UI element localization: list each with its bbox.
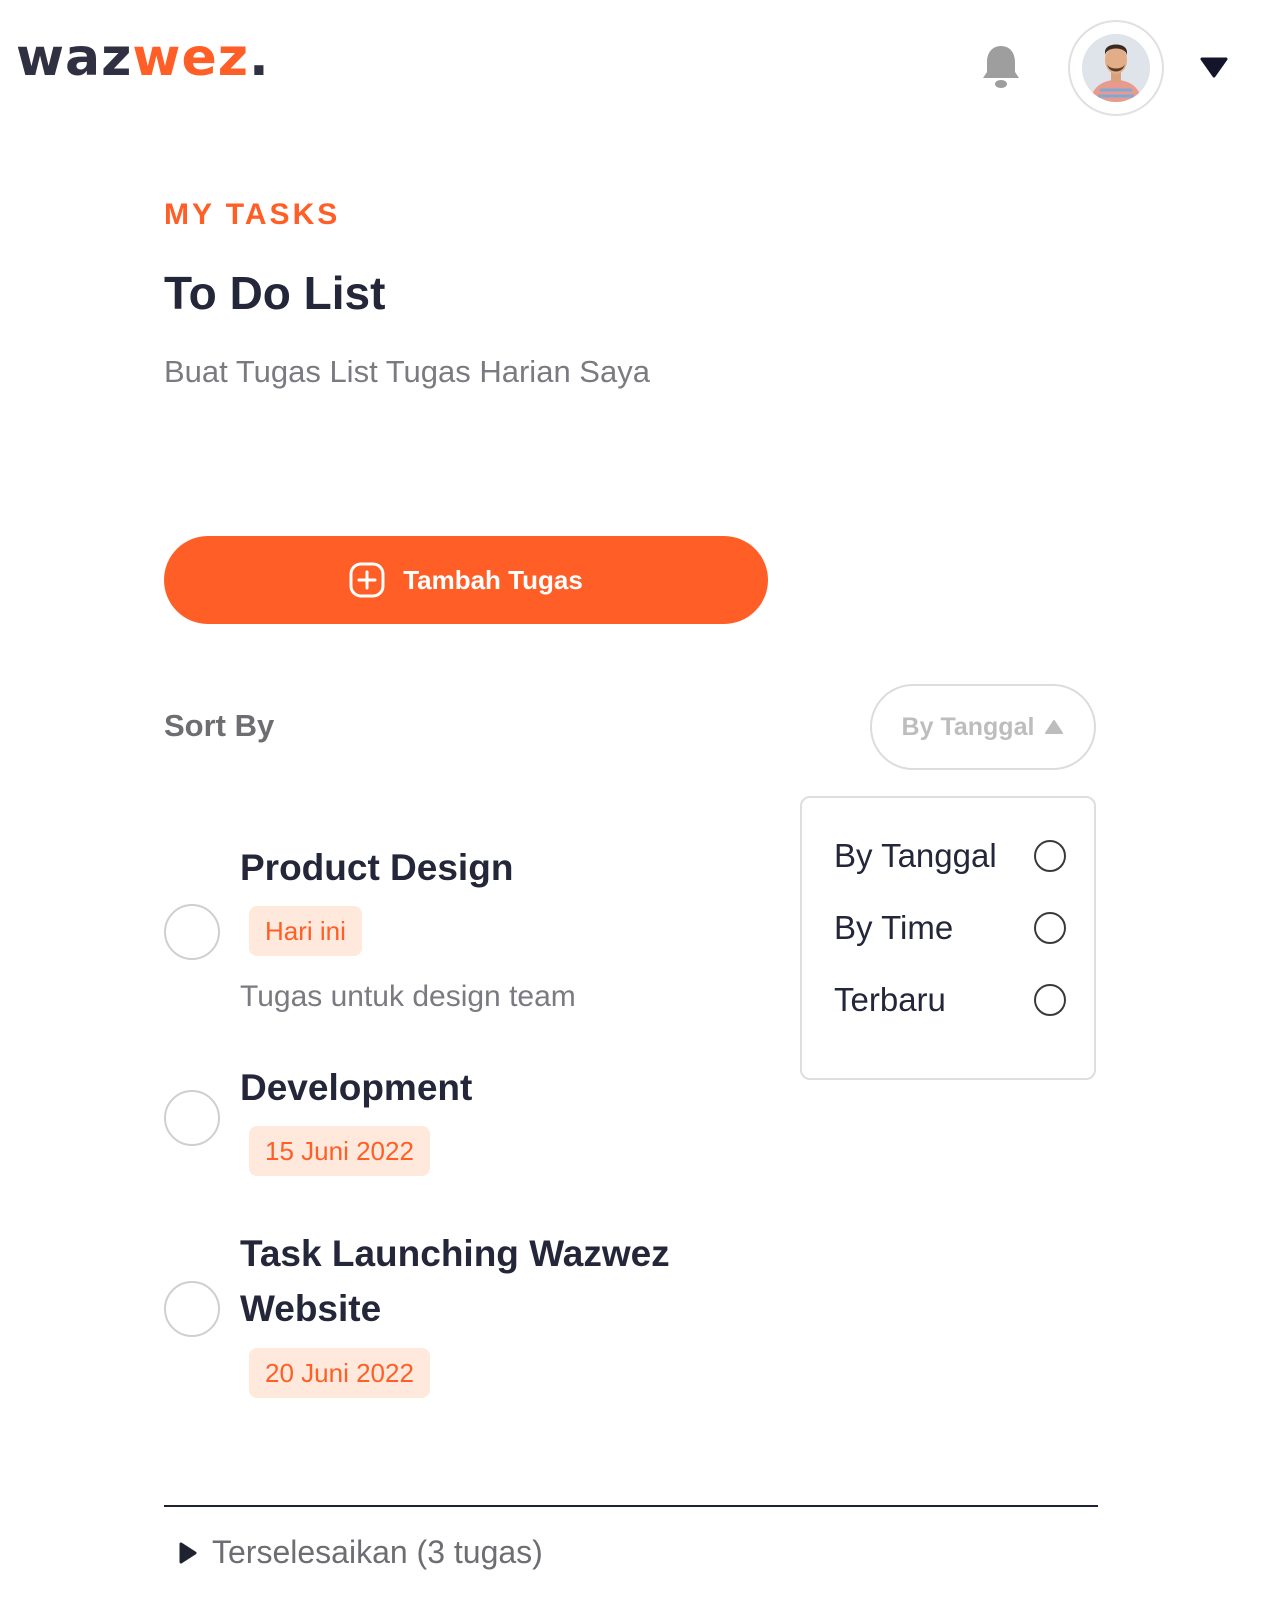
user-avatar [1082,34,1150,102]
bell-icon[interactable] [980,44,1022,90]
plus-circle-icon [349,562,385,598]
caret-down-icon[interactable] [1200,56,1228,78]
sort-label: Sort By [164,708,275,743]
sort-option-time[interactable]: By Time [834,906,1066,950]
logo-part-3: . [248,28,270,88]
divider [164,1505,1098,1507]
sort-option-label: By Tanggal [834,837,997,874]
sort-button-label: By Tanggal [901,712,1035,741]
todo-page: wazwez. MY TASKS To Do List Buat Tugas L… [0,0,1270,1614]
sort-menu: By Tanggal By Time Terbaru [800,796,1096,1080]
caret-right-icon [179,1542,197,1563]
task-description: Tugas untuk design team [240,980,576,1013]
logo-part-1: waz [16,28,133,88]
caret-up-icon [1045,720,1064,734]
radio-button[interactable] [1034,912,1066,944]
radio-button[interactable] [1034,984,1066,1016]
add-task-label: Tambah Tugas [403,564,583,595]
add-task-button[interactable]: Tambah Tugas [164,536,768,624]
section-eyebrow: MY TASKS [164,198,341,231]
completed-label: Terselesaikan (3 tugas) [212,1534,543,1570]
task-checkbox[interactable] [164,1090,220,1146]
task-date-tag: Hari ini [249,906,362,956]
sort-option-label: Terbaru [834,981,946,1018]
task-title[interactable]: Task Launching Wazwez Website [240,1226,720,1336]
task-checkbox[interactable] [164,904,220,960]
avatar-button[interactable] [1068,20,1164,116]
task-title[interactable]: Product Design [240,840,720,895]
radio-button[interactable] [1034,840,1066,872]
sort-option-label: By Time [834,909,954,946]
logo-part-2: wez [132,28,249,88]
task-checkbox[interactable] [164,1281,220,1337]
task-date-tag: 15 Juni 2022 [249,1126,430,1176]
task-date-tag: 20 Juni 2022 [249,1348,430,1398]
page-title: To Do List [164,267,386,319]
sort-option-terbaru[interactable]: Terbaru [834,978,1066,1022]
sort-option-tanggal[interactable]: By Tanggal [834,834,1066,878]
page-subtitle: Buat Tugas List Tugas Harian Saya [164,354,650,389]
task-title[interactable]: Development [240,1060,720,1115]
sort-dropdown-button[interactable]: By Tanggal [870,684,1096,770]
completed-tasks-toggle[interactable]: Terselesaikan (3 tugas) [178,1534,543,1571]
logo[interactable]: wazwez. [16,32,270,84]
